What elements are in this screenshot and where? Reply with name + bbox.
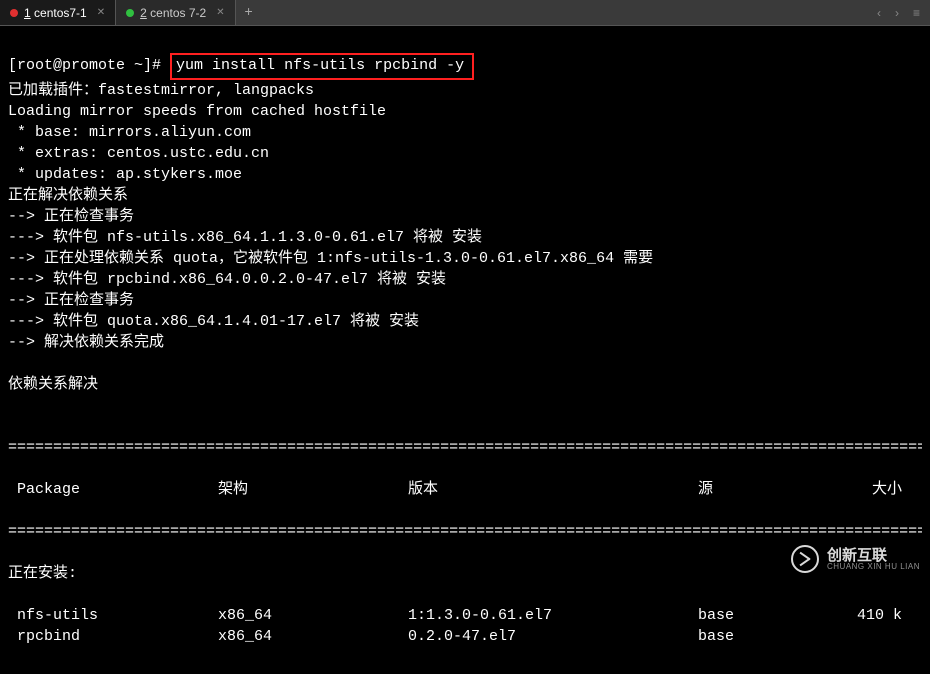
status-dot-icon xyxy=(10,9,18,17)
output-line: * extras: centos.ustc.edu.cn xyxy=(8,143,922,164)
chevron-left-icon[interactable]: ‹ xyxy=(877,6,881,20)
cell-repo: base xyxy=(698,626,848,647)
terminal-output[interactable]: [root@promote ~]# yum install nfs-utils … xyxy=(0,26,930,674)
tab-centos7-2[interactable]: 2 centos 7-2 ✕ xyxy=(116,0,235,25)
menu-icon[interactable]: ≡ xyxy=(913,6,920,20)
output-line: --> 正在检查事务 xyxy=(8,290,922,311)
output-line: --> 正在检查事务 xyxy=(8,206,922,227)
watermark-en: CHUANG XIN HU LIAN xyxy=(827,563,920,571)
output-line: ---> 软件包 rpcbind.x86_64.0.0.2.0-47.el7 将… xyxy=(8,269,922,290)
output-line: --> 正在处理依赖关系 quota，它被软件包 1:nfs-utils-1.3… xyxy=(8,248,922,269)
col-repo: 源 xyxy=(698,479,848,500)
close-icon[interactable]: ✕ xyxy=(216,7,224,18)
tab-number: 1 xyxy=(24,6,31,20)
cell-repo: base xyxy=(698,605,848,626)
chevron-right-icon[interactable]: › xyxy=(895,6,899,20)
output-line xyxy=(8,353,922,374)
separator: ========================================… xyxy=(8,437,922,458)
col-version: 版本 xyxy=(408,479,698,500)
cell-pkg: nfs-utils xyxy=(8,605,218,626)
add-tab-button[interactable]: + xyxy=(236,0,262,25)
window-controls: ‹ › ≡ xyxy=(877,0,930,25)
table-header-row: Package 架构 版本 源 大小 xyxy=(8,479,922,500)
output-line: * updates: ap.stykers.moe xyxy=(8,164,922,185)
cell-ver: 1:1.3.0-0.61.el7 xyxy=(408,605,698,626)
cell-size: 410 k xyxy=(848,605,922,626)
cell-arch: x86_64 xyxy=(218,605,408,626)
cell-size xyxy=(848,626,922,647)
output-line: --> 解决依赖关系完成 xyxy=(8,332,922,353)
close-icon[interactable]: ✕ xyxy=(97,7,105,18)
output-line: Loading mirror speeds from cached hostfi… xyxy=(8,101,922,122)
col-arch: 架构 xyxy=(218,479,408,500)
output-line: 正在解决依赖关系 xyxy=(8,185,922,206)
table-row: nfs-utilsx86_641:1.3.0-0.61.el7base410 k xyxy=(8,605,922,626)
tab-bar: 1 centos7-1 ✕ 2 centos 7-2 ✕ + ‹ › ≡ xyxy=(0,0,930,26)
separator: ========================================… xyxy=(8,521,922,542)
output-line: ---> 软件包 quota.x86_64.1.4.01-17.el7 将被 安… xyxy=(8,311,922,332)
status-dot-icon xyxy=(126,9,134,17)
output-line: ---> 软件包 nfs-utils.x86_64.1.1.3.0-0.61.e… xyxy=(8,227,922,248)
table-row: rpcbindx86_640.2.0-47.el7base xyxy=(8,626,922,647)
col-size: 大小 xyxy=(848,479,922,500)
watermark: 创新互联 CHUANG XIN HU LIAN xyxy=(791,545,920,573)
col-package: Package xyxy=(8,479,218,500)
tab-label: centos 7-2 xyxy=(150,6,206,20)
tab-centos7-1[interactable]: 1 centos7-1 ✕ xyxy=(0,0,116,25)
cell-arch: x86_64 xyxy=(218,626,408,647)
output-line: * base: mirrors.aliyun.com xyxy=(8,122,922,143)
shell-prompt: [root@promote ~]# xyxy=(8,57,161,74)
tab-label: centos7-1 xyxy=(34,6,87,20)
tab-number: 2 xyxy=(140,6,147,20)
watermark-cn: 创新互联 xyxy=(827,548,920,563)
watermark-logo-icon xyxy=(791,545,819,573)
command-highlight: yum install nfs-utils rpcbind -y xyxy=(170,53,474,80)
output-line: 依赖关系解决 xyxy=(8,374,922,395)
output-line xyxy=(8,395,922,416)
cell-pkg: rpcbind xyxy=(8,626,218,647)
cell-ver: 0.2.0-47.el7 xyxy=(408,626,698,647)
output-line: 已加载插件：fastestmirror, langpacks xyxy=(8,80,922,101)
